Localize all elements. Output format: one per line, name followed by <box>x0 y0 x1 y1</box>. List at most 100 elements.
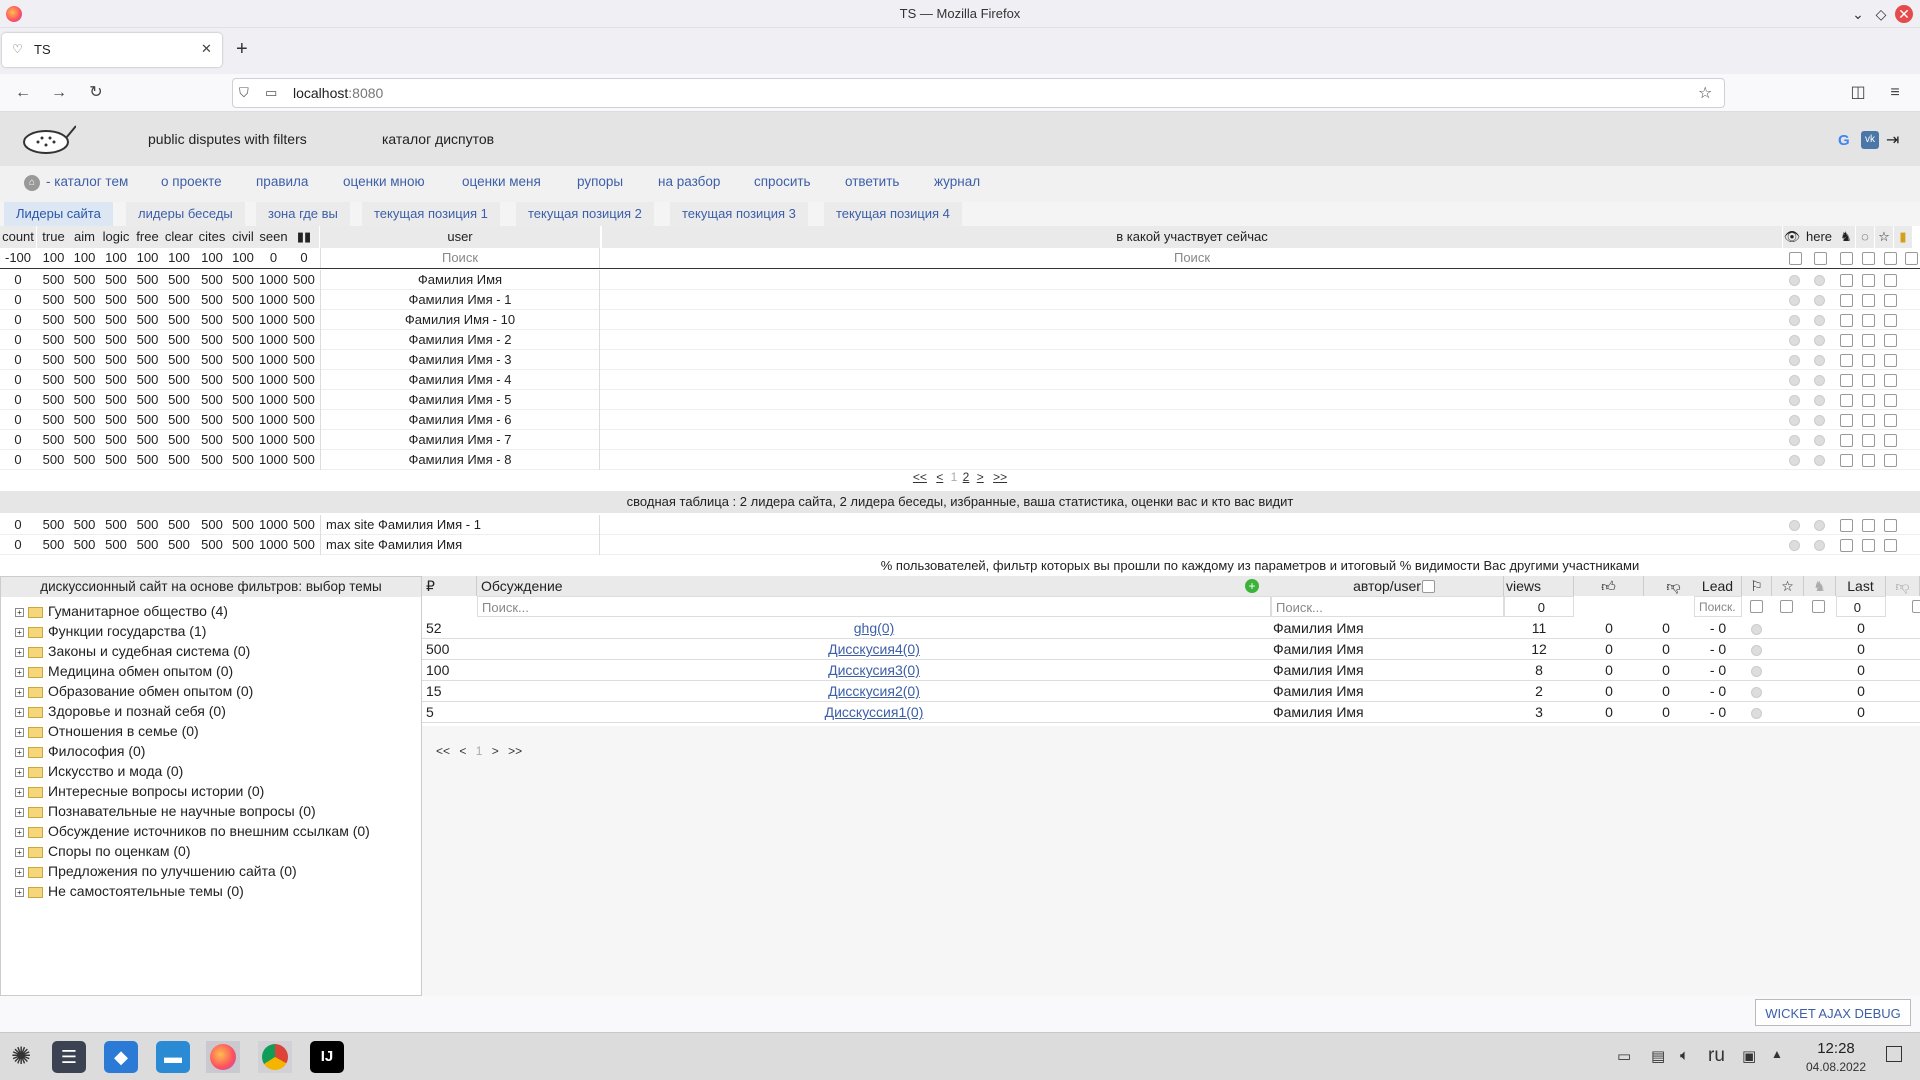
row-checkbox[interactable] <box>1862 414 1875 427</box>
menu-review[interactable]: на разбор <box>658 174 720 189</box>
filter-checkbox[interactable] <box>1905 252 1918 265</box>
dcol-title[interactable]: Обсуждение <box>477 576 1325 596</box>
expand-icon[interactable]: + <box>15 647 24 657</box>
dpager-first[interactable]: << <box>436 744 450 758</box>
home-icon[interactable]: ⌂ <box>24 175 40 191</box>
row-checkbox[interactable] <box>1862 354 1875 367</box>
row-checkbox[interactable] <box>1840 394 1853 407</box>
filter-1[interactable]: 100 <box>37 248 70 268</box>
system-settings-icon[interactable]: ☰ <box>52 1041 86 1073</box>
current-search-input[interactable]: Поиск <box>602 248 1782 268</box>
tray-expand-icon[interactable]: ▲ <box>1771 1047 1783 1061</box>
col-header-2[interactable]: aim <box>70 226 99 248</box>
expand-icon[interactable]: + <box>15 707 24 717</box>
expand-icon[interactable]: + <box>15 747 24 757</box>
leader-user[interactable]: Фамилия Имя - 2 <box>320 330 600 350</box>
expand-icon[interactable]: + <box>15 687 24 697</box>
dpager-last[interactable]: >> <box>508 744 522 758</box>
star-icon[interactable]: ☆ <box>1875 226 1893 248</box>
row-checkbox[interactable] <box>1884 274 1897 287</box>
tab-position-3[interactable]: текущая позиция 3 <box>670 202 808 226</box>
tab-conversation-leaders[interactable]: лидеры беседы <box>126 202 245 226</box>
tab-zone[interactable]: зона где вы <box>256 202 350 226</box>
new-tab-button[interactable]: + <box>236 38 248 61</box>
row-checkbox[interactable] <box>1862 294 1875 307</box>
filter-checkbox[interactable] <box>1789 252 1802 265</box>
topic-item[interactable]: + Философия (0) <box>15 741 145 761</box>
menu-ratings-of-me[interactable]: оценки меня <box>462 174 541 189</box>
col-header-0[interactable]: count <box>0 226 36 248</box>
discussion-title[interactable]: Дисскуссия1(0) <box>825 704 924 720</box>
pager-prev[interactable]: < <box>936 470 943 484</box>
author-search-input[interactable]: Поиск... <box>1271 596 1504 617</box>
row-checkbox[interactable] <box>1840 434 1853 447</box>
maximize-icon[interactable]: ◇ <box>1872 5 1890 23</box>
filter-checkbox[interactable] <box>1780 600 1793 613</box>
tab-position-2[interactable]: текущая позиция 2 <box>516 202 654 226</box>
clock-time[interactable]: 12:28 <box>1800 1040 1872 1057</box>
filter-2[interactable]: 100 <box>70 248 99 268</box>
topic-item[interactable]: + Медицина обмен опытом (0) <box>15 661 233 681</box>
leader-user[interactable]: Фамилия Имя - 10 <box>320 310 600 330</box>
browser-tab[interactable]: ♡ TS ✕ <box>2 33 222 67</box>
chrome-taskbar-icon[interactable] <box>258 1041 292 1073</box>
volume-tray-icon[interactable]: 🔈︎ <box>1680 1047 1689 1064</box>
menu-journal[interactable]: журнал <box>934 174 980 189</box>
col-header-6[interactable]: cites <box>196 226 228 248</box>
expand-icon[interactable]: + <box>15 827 24 837</box>
menu-answer[interactable]: ответить <box>845 174 899 189</box>
filter-5[interactable]: 100 <box>162 248 196 268</box>
close-icon[interactable]: ✕ <box>1895 5 1913 23</box>
site-logo-icon[interactable] <box>20 120 77 156</box>
col-header-7[interactable]: civil <box>228 226 258 248</box>
dcol-rub[interactable]: ₽ <box>422 576 477 596</box>
title-search-input[interactable]: Поиск... <box>477 596 1271 617</box>
row-checkbox[interactable] <box>1862 314 1875 327</box>
expand-icon[interactable]: + <box>15 847 24 857</box>
person-icon[interactable]: ♞ <box>1837 226 1855 248</box>
header-link-public-disputes[interactable]: public disputes with filters <box>148 131 307 147</box>
topic-item[interactable]: + Образование обмен опытом (0) <box>15 681 253 701</box>
col-header-8[interactable]: seen <box>258 226 289 248</box>
tab-site-leaders[interactable]: Лидеры сайта <box>4 202 113 226</box>
intellij-taskbar-icon[interactable]: IJ <box>310 1041 344 1073</box>
col-header-5[interactable]: clear <box>162 226 196 248</box>
filter-checkbox[interactable] <box>1750 600 1763 613</box>
firefox-taskbar-icon[interactable] <box>206 1041 240 1073</box>
last-filter-input[interactable]: 0 <box>1836 596 1886 617</box>
topic-item[interactable]: + Функции государства (1) <box>15 621 206 641</box>
row-checkbox[interactable] <box>1840 274 1853 287</box>
filter-0[interactable]: -100 <box>0 248 36 268</box>
row-checkbox[interactable] <box>1840 354 1853 367</box>
leader-user[interactable]: Фамилия Имя <box>320 270 600 290</box>
leader-user[interactable]: Фамилия Имя - 1 <box>320 290 600 310</box>
topic-item[interactable]: + Познавательные не научные вопросы (0) <box>15 801 316 821</box>
vk-login-icon[interactable]: vk <box>1861 131 1879 149</box>
discussion-title-link[interactable]: ghg(0) <box>477 618 1271 639</box>
dcol-last[interactable]: Last <box>1836 576 1886 596</box>
minimize-icon[interactable]: ⌄ <box>1849 5 1867 23</box>
filter-checkbox[interactable] <box>1862 252 1875 265</box>
row-checkbox[interactable] <box>1862 539 1875 552</box>
expand-icon[interactable]: + <box>15 887 24 897</box>
expand-icon[interactable]: + <box>15 627 24 637</box>
menu-my-ratings[interactable]: оценки мною <box>343 174 425 189</box>
row-checkbox[interactable] <box>1840 294 1853 307</box>
discussion-author[interactable]: Фамилия Имя <box>1273 681 1503 702</box>
dislike-icon[interactable]: 👎︎ <box>1886 576 1920 596</box>
expand-icon[interactable]: + <box>15 767 24 777</box>
tab-position-1[interactable]: текущая позиция 1 <box>362 202 500 226</box>
topic-item[interactable]: + Обсуждение источников по внешним ссылка… <box>15 821 370 841</box>
hidden-eye-icon[interactable]: ◌ <box>1856 226 1874 248</box>
menu-speakers[interactable]: рупоры <box>577 174 623 189</box>
dcol-lead[interactable]: Lead <box>1694 576 1742 596</box>
menu-rules[interactable]: правила <box>256 174 308 189</box>
leader-user[interactable]: Фамилия Имя - 5 <box>320 390 600 410</box>
row-checkbox[interactable] <box>1884 334 1897 347</box>
discussion-title-link[interactable]: Дисскусия3(0) <box>477 660 1271 681</box>
topic-item[interactable]: + Отношения в семье (0) <box>15 721 199 741</box>
discussion-author[interactable]: Фамилия Имя <box>1273 639 1503 660</box>
row-checkbox[interactable] <box>1884 454 1897 467</box>
expand-icon[interactable]: + <box>15 787 24 797</box>
discussion-title-link[interactable]: Дисскуссия1(0) <box>477 702 1271 723</box>
